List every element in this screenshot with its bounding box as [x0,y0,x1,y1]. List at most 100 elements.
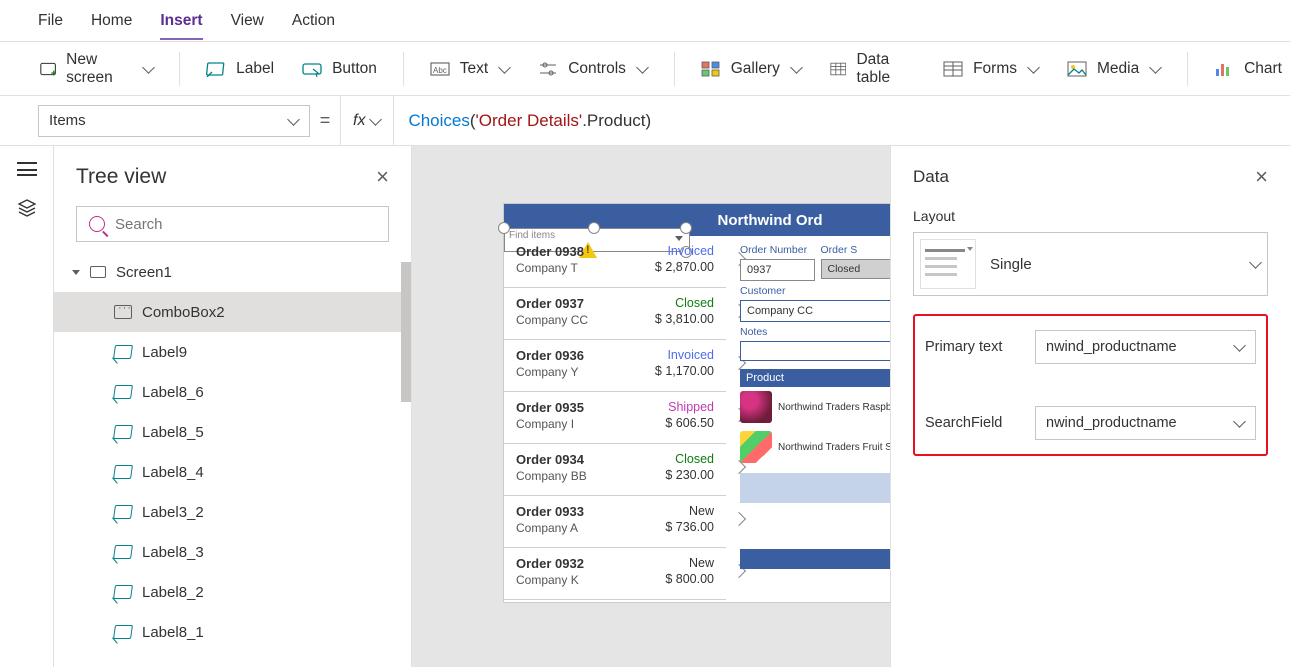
controls-button[interactable]: Controls [530,42,656,96]
field-label: Order Number [740,244,815,256]
product-header: Product [740,369,895,387]
menu-home[interactable]: Home [91,12,132,30]
data-panel: Data × Layout Single Primary text nwind_… [890,146,1290,667]
formula-bar: Items = fx Choices( 'Order Details'.Prod… [0,96,1290,146]
chevron-down-icon [792,66,802,72]
layout-value: Single [990,256,1235,273]
primary-text-label: Primary text [925,339,1035,355]
tree-node-label8_1[interactable]: Label8_1 [54,612,411,652]
resize-handle[interactable] [680,222,692,234]
tree-node-label: Label9 [142,344,187,361]
tree-node-label8_3[interactable]: Label8_3 [54,532,411,572]
search-field-dropdown[interactable]: nwind_productname [1035,406,1256,440]
tree-node-label8_2[interactable]: Label8_2 [54,572,411,612]
controls-btn-text: Controls [568,60,626,78]
new-screen-label: New screen [66,51,132,87]
label-icon [113,345,133,359]
order-company: Company CC [516,313,588,327]
tree-scrollbar[interactable] [401,262,411,402]
order-row[interactable]: Order 0933Company ANew$ 736.00 [504,496,726,548]
gallery-btn-text: Gallery [731,60,780,78]
ribbon-divider [674,52,675,86]
order-status: Invoiced [667,244,714,258]
tree-node-label9[interactable]: Label9 [54,332,411,372]
button-button[interactable]: Button [294,42,385,96]
app-preview: Northwind Ord Find items Order 0938Compa… [504,204,896,602]
customer-field[interactable]: Company CC [740,300,895,322]
close-data-button[interactable]: × [1255,164,1268,190]
chevron-down-icon [500,66,510,72]
product-row[interactable]: Northwind Traders Raspb [740,387,895,427]
layout-selector[interactable]: Single [913,232,1268,296]
order-row[interactable]: Order 0938Company TInvoiced$ 2,870.00 [504,236,726,288]
fx-button[interactable]: fx [340,96,393,146]
forms-button[interactable]: Forms [935,42,1047,96]
media-button[interactable]: Media [1059,42,1169,96]
order-status: Closed [675,296,714,310]
notes-field[interactable] [740,341,895,361]
order-row[interactable]: Order 0934Company BBClosed$ 230.00 [504,444,726,496]
resize-handle[interactable] [588,222,600,234]
decorative-bar [740,473,895,503]
tree-screen-node[interactable]: Screen1 [54,252,411,292]
tree-title: Tree view [76,165,166,189]
tree-node-label: Label8_5 [142,424,204,441]
layout-thumbnail [920,239,976,289]
order-status-badge[interactable]: Closed [821,259,896,279]
label-icon [113,465,133,479]
field-label: Order S [821,244,896,256]
data-table-button[interactable]: Data table [822,42,923,96]
field-label: Notes [740,326,895,338]
controls-icon [538,61,558,77]
resize-handle[interactable] [498,222,510,234]
data-table-btn-text: Data table [856,51,915,87]
layers-icon[interactable] [17,198,37,223]
chevron-down-icon [289,118,299,124]
order-detail-form: Order Number 0937 Order S Closed Custome… [740,240,895,569]
order-row[interactable]: Order 0935Company IShipped$ 606.50 [504,392,726,444]
order-row[interactable]: Order 0937Company CCClosed$ 3,810.00 [504,288,726,340]
tree-node-label3_2[interactable]: Label3_2 [54,492,411,532]
ribbon-divider [179,52,180,86]
left-rail [0,146,54,667]
tree-search-box[interactable] [76,206,389,242]
order-company: Company I [516,417,584,431]
menu-view[interactable]: View [231,12,264,30]
chevron-down-icon [638,66,648,72]
chart-button[interactable]: Chart [1206,42,1290,96]
close-tree-button[interactable]: × [376,164,389,190]
search-field-value: nwind_productname [1046,415,1177,431]
text-btn-text: Text [460,60,488,78]
chart-btn-text: Chart [1244,60,1282,78]
order-row[interactable]: Order 0932Company KNew$ 800.00 [504,548,726,600]
formula-input[interactable]: Choices( 'Order Details'.Product ) [393,96,1290,146]
gallery-button[interactable]: Gallery [693,42,810,96]
tree-node-label8_6[interactable]: Label8_6 [54,372,411,412]
new-screen-button[interactable]: New screen [32,42,161,96]
order-amount: $ 2,870.00 [655,260,714,274]
menu-file[interactable]: File [38,12,63,30]
combobox-icon [114,305,132,319]
label-button[interactable]: Label [198,42,282,96]
button-btn-text: Button [332,60,377,78]
product-row[interactable]: Northwind Traders Fruit S [740,427,895,467]
chart-icon [1214,61,1234,77]
tree-node-label: Screen1 [116,264,172,281]
text-button[interactable]: Abc Text [422,42,518,96]
property-selector[interactable]: Items [38,105,310,137]
tree-search-input[interactable] [115,216,376,233]
order-company: Company Y [516,365,584,379]
tree-node-label8_4[interactable]: Label8_4 [54,452,411,492]
order-number-field[interactable]: 0937 [740,259,815,281]
tree-node-label: Label8_3 [142,544,204,561]
order-status: Invoiced [667,348,714,362]
tree-node-label8_5[interactable]: Label8_5 [54,412,411,452]
menu-action[interactable]: Action [292,12,335,30]
tree-node-combobox2[interactable]: ComboBox2 [54,292,411,332]
menu-insert[interactable]: Insert [160,12,202,40]
product-name: Northwind Traders Fruit S [778,442,892,453]
order-row[interactable]: Order 0936Company YInvoiced$ 1,170.00 [504,340,726,392]
primary-text-dropdown[interactable]: nwind_productname [1035,330,1256,364]
hamburger-icon[interactable] [17,162,37,176]
order-number: Order 0937 [516,296,584,311]
